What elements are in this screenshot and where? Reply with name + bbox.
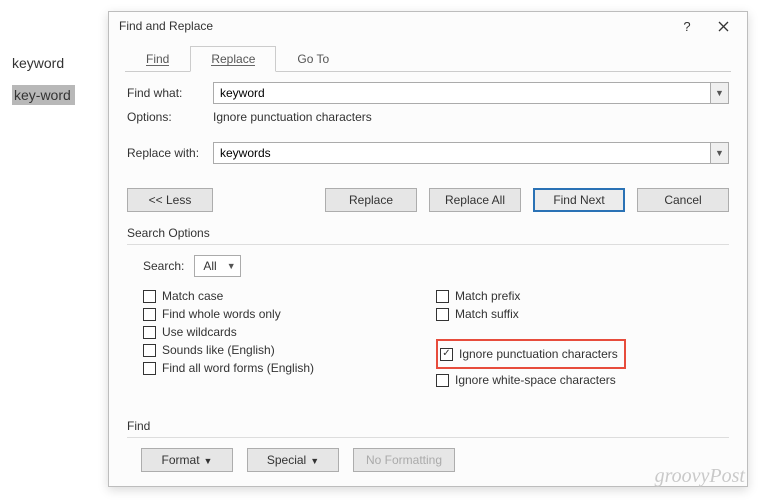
options-label: Options: [127,110,213,124]
replace-button[interactable]: Replace [325,188,417,212]
format-button[interactable]: Format ▼ [141,448,233,472]
tab-replace[interactable]: Replace [190,46,276,72]
checkbox-whole-words[interactable]: Find whole words only [143,307,436,321]
less-button[interactable]: << Less [127,188,213,212]
checkbox-label: Match case [162,289,223,303]
cancel-button[interactable]: Cancel [637,188,729,212]
checkbox-label: Match prefix [455,289,520,303]
replace-with-field[interactable] [214,143,710,163]
chevron-down-icon: ▼ [204,456,213,466]
checkbox-label: Use wildcards [162,325,237,339]
close-icon [718,21,729,32]
tab-bar: Find Replace Go To [109,40,747,72]
checkbox-word-forms[interactable]: Find all word forms (English) [143,361,436,375]
button-label: Special [267,453,306,467]
find-what-field[interactable] [214,83,710,103]
checkbox-ignore-whitespace[interactable]: Ignore white-space characters [436,373,729,387]
document-word-selected: key-word [12,85,75,105]
checkbox-label: Sounds like (English) [162,343,275,357]
search-options-label: Search Options [127,226,729,240]
tab-goto[interactable]: Go To [276,46,350,72]
checkbox-match-case[interactable]: Match case [143,289,436,303]
divider [127,244,729,245]
replace-with-label: Replace with: [127,146,213,160]
checkbox-match-suffix[interactable]: Match suffix [436,307,729,321]
options-value: Ignore punctuation characters [213,110,372,124]
chevron-down-icon: ▼ [227,261,236,271]
find-group-label: Find [127,419,729,433]
chevron-down-icon[interactable]: ▼ [710,143,728,163]
find-replace-dialog: Find and Replace ? Find Replace Go To Fi… [108,11,748,487]
watermark: groovyPost [655,465,745,488]
highlighted-option: ✓Ignore punctuation characters [436,339,626,369]
close-button[interactable] [705,12,741,40]
replace-all-button[interactable]: Replace All [429,188,521,212]
titlebar: Find and Replace ? [109,12,747,40]
checkbox-label: Match suffix [455,307,519,321]
checkbox-label: Find whole words only [162,307,281,321]
tab-find-label: Find [146,53,169,66]
divider [127,437,729,438]
document-area: keyword key-word [12,55,75,119]
checkbox-label: Find all word forms (English) [162,361,314,375]
search-direction-select[interactable]: All ▼ [194,255,240,277]
tab-replace-label: Replace [211,53,255,66]
document-word: keyword [12,55,75,71]
chevron-down-icon[interactable]: ▼ [710,83,728,103]
find-what-label: Find what: [127,86,213,100]
help-button[interactable]: ? [669,12,705,40]
replace-with-input[interactable]: ▼ [213,142,729,164]
no-formatting-button: No Formatting [353,448,455,472]
button-label: Format [162,453,200,467]
checkbox-match-prefix[interactable]: Match prefix [436,289,729,303]
search-direction-label: Search: [143,259,184,273]
find-what-input[interactable]: ▼ [213,82,729,104]
checkbox-use-wildcards[interactable]: Use wildcards [143,325,436,339]
dialog-title: Find and Replace [119,19,669,33]
special-button[interactable]: Special ▼ [247,448,339,472]
checkbox-label: Ignore punctuation characters [459,347,618,361]
chevron-down-icon: ▼ [310,456,319,466]
checkbox-label: Ignore white-space characters [455,373,616,387]
checkbox-sounds-like[interactable]: Sounds like (English) [143,343,436,357]
search-direction-value: All [203,259,216,273]
find-next-button[interactable]: Find Next [533,188,625,212]
tab-find[interactable]: Find [125,46,190,72]
checkbox-ignore-punctuation[interactable]: ✓Ignore punctuation characters [440,347,618,361]
